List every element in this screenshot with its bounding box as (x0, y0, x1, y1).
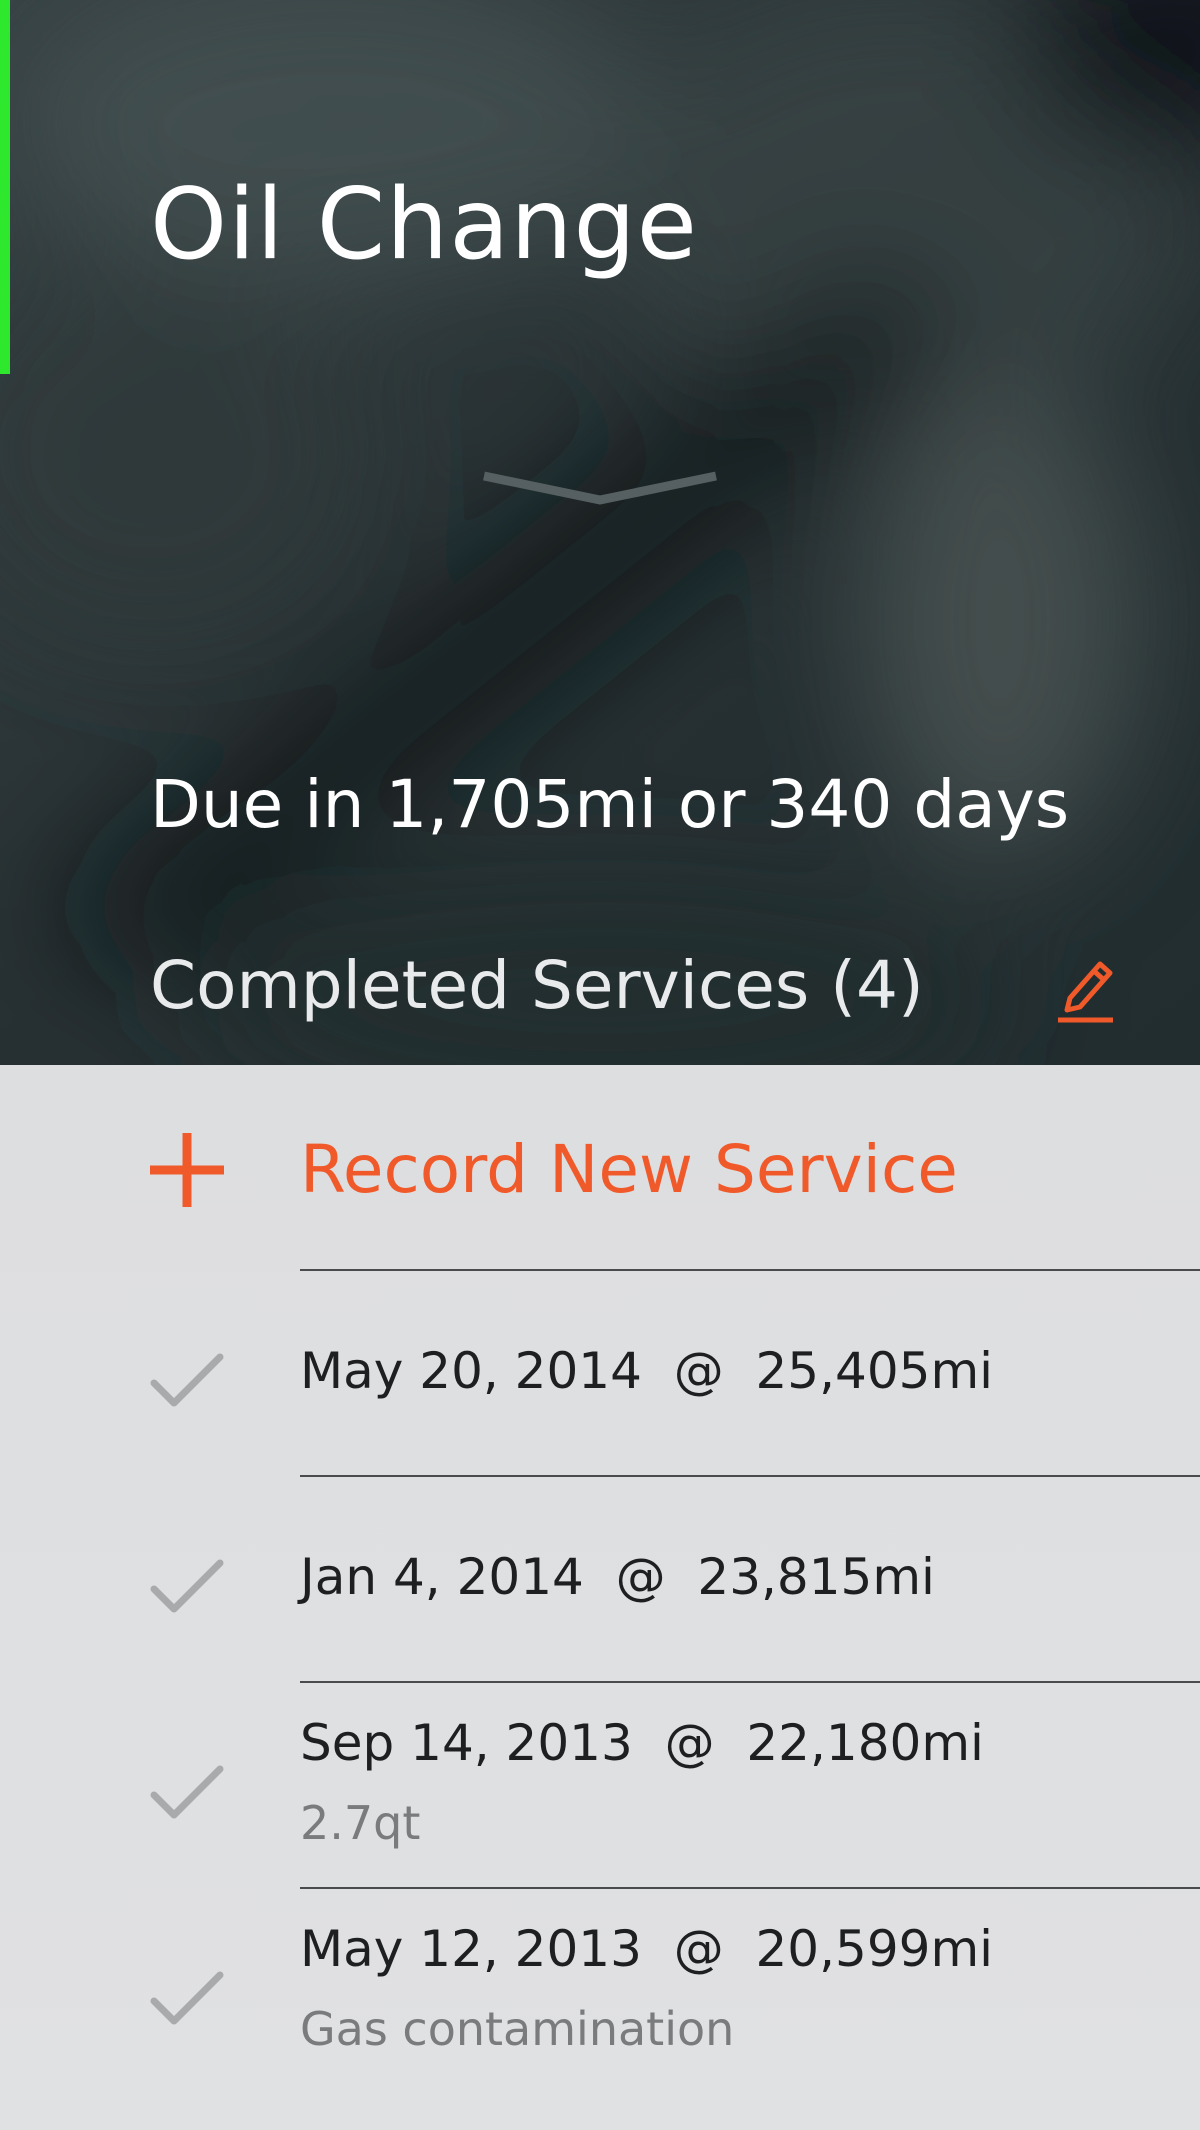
service-row[interactable]: Jan 4, 2014 @ 23,815mi (0, 1477, 1200, 1682)
record-new-service-label: Record New Service (300, 1131, 958, 1208)
chevron-down-icon[interactable] (480, 470, 720, 510)
service-header: Oil Change Due in 1,705mi or 340 days Co… (0, 0, 1200, 1065)
pencil-icon[interactable] (1050, 950, 1120, 1025)
service-row[interactable]: May 12, 2013 @ 20,599mi Gas contaminatio… (0, 1889, 1200, 2094)
service-date-mileage: Jan 4, 2014 @ 23,815mi (300, 1548, 935, 1606)
record-new-service-button[interactable]: Record New Service (0, 1065, 1200, 1270)
check-icon (150, 1559, 224, 1613)
service-note: Gas contamination (300, 2002, 735, 2056)
service-date-mileage: May 20, 2014 @ 25,405mi (300, 1342, 994, 1400)
page-title: Oil Change (150, 168, 698, 282)
plus-icon (150, 1133, 224, 1207)
service-date-mileage: May 12, 2013 @ 20,599mi (300, 1920, 994, 1978)
service-history-list: Record New Service May 20, 2014 @ 25,405… (0, 1065, 1200, 2130)
service-row[interactable]: Sep 14, 2013 @ 22,180mi 2.7qt (0, 1683, 1200, 1888)
service-row[interactable]: May 20, 2014 @ 25,405mi (0, 1271, 1200, 1476)
check-icon (150, 1765, 224, 1819)
check-icon (150, 1971, 224, 2025)
completed-services-label: Completed Services (4) (150, 947, 924, 1024)
check-icon (150, 1353, 224, 1407)
left-edge-marker (0, 0, 10, 374)
due-status-text: Due in 1,705mi or 340 days (150, 766, 1070, 843)
service-note: 2.7qt (300, 1796, 421, 1850)
service-date-mileage: Sep 14, 2013 @ 22,180mi (300, 1714, 984, 1772)
